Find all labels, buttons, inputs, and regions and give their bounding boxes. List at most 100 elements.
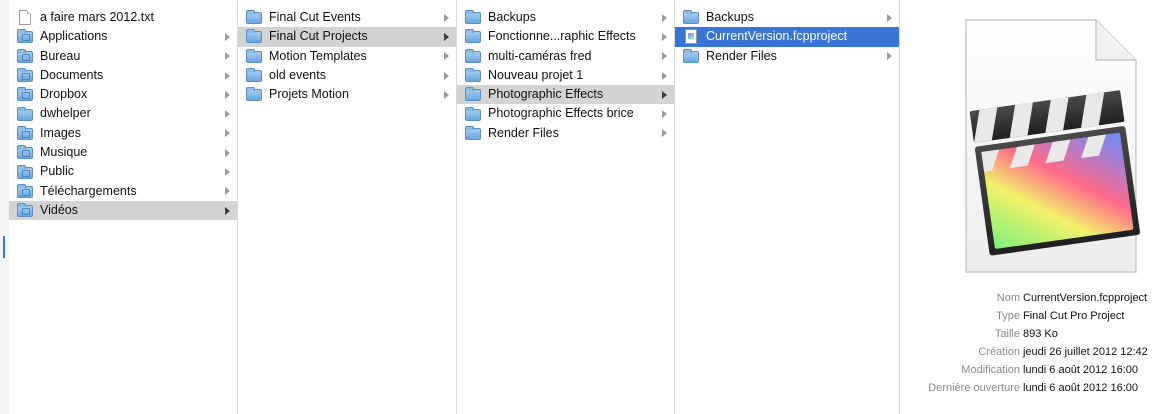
public-folder-icon xyxy=(17,164,33,179)
scroll-indicator xyxy=(3,236,5,258)
browser-item-label: Final Cut Projects xyxy=(269,29,368,44)
pictures-folder-icon xyxy=(17,125,33,140)
browser-item-multi-cameras-fred[interactable]: multi-caméras fred xyxy=(457,47,674,66)
browser-item-fonctionne-raphic-effects[interactable]: Fonctionne...raphic Effects xyxy=(457,27,674,46)
document-icon xyxy=(19,10,31,26)
disclosure-arrow-icon xyxy=(662,32,667,41)
folder-icon xyxy=(465,29,481,44)
browser-item-bureau[interactable]: Bureau xyxy=(9,47,237,66)
browser-item-public[interactable]: Public xyxy=(9,162,237,181)
info-value: lundi 6 août 2012 16:00 xyxy=(1023,382,1138,394)
browser-column-photographic-effects[interactable]: Backups CurrentVersion.fcpproject Render F… xyxy=(675,0,900,414)
disclosure-arrow-icon xyxy=(225,187,230,196)
browser-item-label: Nouveau projet 1 xyxy=(488,67,584,82)
disclosure-arrow-icon xyxy=(444,52,449,61)
folder-icon xyxy=(246,68,262,83)
browser-item-photographic-effects-brice[interactable]: Photographic Effects brice xyxy=(457,104,674,123)
info-value: jeudi 26 juillet 2012 12:42 xyxy=(1023,346,1148,358)
folder-icon xyxy=(246,87,262,102)
disclosure-arrow-icon xyxy=(444,13,449,22)
applications-folder-icon xyxy=(17,29,33,44)
browser-item-label: a faire mars 2012.txt xyxy=(40,10,154,24)
browser-item-photographic-effects[interactable]: Photographic Effects xyxy=(457,85,674,105)
disclosure-arrow-icon xyxy=(225,90,230,99)
folder-icon xyxy=(246,29,262,44)
browser-item-musique[interactable]: Musique xyxy=(9,143,237,162)
browser-item-label: Applications xyxy=(40,29,108,44)
browser-item-dwhelper[interactable]: dwhelper xyxy=(9,104,237,123)
browser-item-label: Dropbox xyxy=(40,87,88,102)
disclosure-arrow-icon xyxy=(225,168,230,177)
disclosure-arrow-icon xyxy=(662,90,667,99)
folder-icon xyxy=(465,106,481,121)
info-row-derniere-ouverture: Dernière ouverture lundi 6 août 2012 16:0… xyxy=(900,380,1176,397)
browser-item-backups[interactable]: Backups xyxy=(675,8,899,27)
folder-icon xyxy=(465,10,481,25)
browser-item-label: old events xyxy=(269,67,326,82)
browser-item-images[interactable]: Images xyxy=(9,124,237,143)
disclosure-arrow-icon xyxy=(225,148,230,157)
browser-item-label: Fonctionne...raphic Effects xyxy=(488,29,636,44)
browser-item-backups[interactable]: Backups xyxy=(457,8,674,27)
folder-icon xyxy=(246,48,262,63)
browser-item-videos[interactable]: Vidéos xyxy=(9,200,237,221)
folder-icon xyxy=(683,48,699,63)
info-row-creation: Création jeudi 26 juillet 2012 12:42 xyxy=(900,344,1176,361)
info-key: Taille xyxy=(994,328,1020,340)
info-row-modification: Modification lundi 6 août 2012 16:00 xyxy=(900,362,1176,379)
disclosure-arrow-icon xyxy=(225,71,230,80)
info-key: Dernière ouverture xyxy=(928,382,1020,394)
disclosure-arrow-icon xyxy=(662,71,667,80)
browser-item-label: Backups xyxy=(706,10,754,24)
browser-item-render-files[interactable]: Render Files xyxy=(457,124,674,143)
browser-item-label: Render Files xyxy=(488,125,559,140)
disclosure-arrow-icon xyxy=(225,32,230,41)
final-cut-pro-project-icon xyxy=(965,19,1141,273)
folder-icon xyxy=(683,10,699,25)
browser-item-label: Bureau xyxy=(40,48,81,63)
browser-item-label: Final Cut Events xyxy=(269,10,361,24)
browser-item-documents[interactable]: Documents xyxy=(9,66,237,85)
browser-item-a-faire-mars-2012-txt[interactable]: a faire mars 2012.txt xyxy=(9,8,237,27)
disclosure-arrow-icon xyxy=(225,129,230,138)
browser-item-applications[interactable]: Applications xyxy=(9,27,237,46)
browser-item-telechargements[interactable]: Téléchargements xyxy=(9,182,237,201)
browser-item-projets-motion[interactable]: Projets Motion xyxy=(238,85,456,104)
downloads-folder-icon xyxy=(17,183,33,198)
browser-item-label: Images xyxy=(40,125,81,140)
browser-item-old-events[interactable]: old events xyxy=(238,66,456,85)
info-value: CurrentVersion.fcpproject xyxy=(1023,292,1148,304)
browser-item-render-files[interactable]: Render Files xyxy=(675,47,899,66)
info-row-taille: Taille 893 Ko xyxy=(900,326,1176,343)
browser-column-videos[interactable]: Final Cut Events Final Cut Projects Motion… xyxy=(238,0,457,414)
browser-item-motion-templates[interactable]: Motion Templates xyxy=(238,47,456,66)
browser-column-home[interactable]: a faire mars 2012.txt Applications Bureau D… xyxy=(9,0,238,414)
browser-item-final-cut-projects[interactable]: Final Cut Projects xyxy=(238,27,456,47)
browser-item-label: Musique xyxy=(40,145,88,160)
folder-icon xyxy=(465,68,481,83)
browser-item-label: dwhelper xyxy=(40,106,91,121)
sidebar-edge xyxy=(0,0,9,414)
disclosure-arrow-icon xyxy=(225,52,230,61)
browser-item-nouveau-projet-1[interactable]: Nouveau projet 1 xyxy=(457,66,674,85)
browser-item-currentversion-fcpproject[interactable]: CurrentVersion.fcpproject xyxy=(675,27,899,47)
disclosure-arrow-icon xyxy=(662,13,667,22)
fcp-project-file-icon xyxy=(685,29,697,45)
disclosure-arrow-icon xyxy=(225,206,230,215)
folder-icon xyxy=(246,10,262,25)
browser-item-label: Render Files xyxy=(706,48,777,63)
disclosure-arrow-icon xyxy=(662,110,667,119)
disclosure-arrow-icon xyxy=(887,13,892,22)
folder-icon xyxy=(17,106,33,121)
desktop-folder-icon xyxy=(17,48,33,63)
browser-column-final-cut-projects[interactable]: Backups Fonctionne...raphic Effects multi-… xyxy=(457,0,675,414)
folder-icon xyxy=(465,48,481,63)
browser-item-label: Photographic Effects brice xyxy=(488,106,634,121)
browser-item-label: Photographic Effects xyxy=(488,87,604,102)
info-key: Création xyxy=(978,346,1020,358)
info-row-nom: Nom CurrentVersion.fcpproject xyxy=(900,290,1176,307)
browser-item-label: Public xyxy=(40,164,75,179)
browser-item-dropbox[interactable]: Dropbox xyxy=(9,85,237,104)
browser-item-final-cut-events[interactable]: Final Cut Events xyxy=(238,8,456,27)
info-value: 893 Ko xyxy=(1023,328,1058,340)
